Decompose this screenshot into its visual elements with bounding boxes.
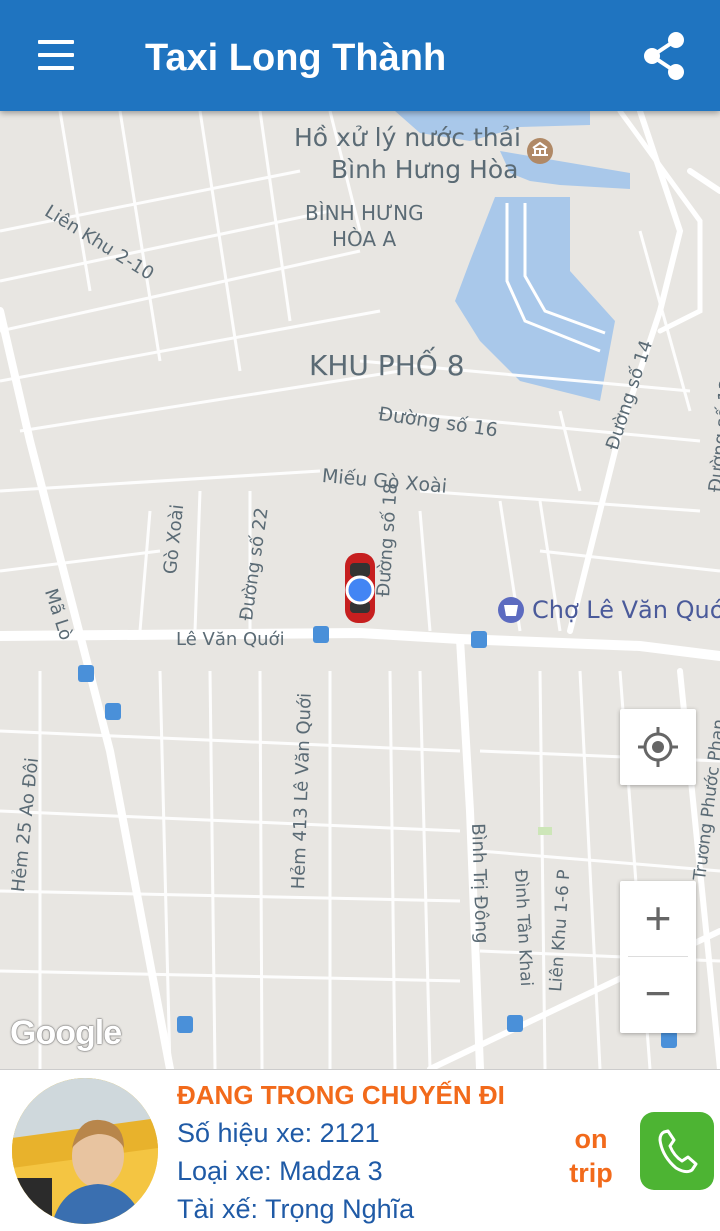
trip-status: ĐANG TRONG CHUYẾN ĐI	[177, 1080, 505, 1110]
google-attribution: Google	[10, 1014, 122, 1052]
street-label: Bình Trị Đông	[467, 823, 493, 944]
crosshair-location-icon	[638, 727, 678, 767]
car-number: Số hiệu xe: 2121	[177, 1118, 380, 1148]
area-label: KHU PHỐ 8	[309, 349, 465, 382]
car-type: Loại xe: Madza 3	[177, 1156, 383, 1186]
call-button[interactable]	[640, 1112, 714, 1190]
map-view[interactable]: Hồ xử lý nước thải Bình Hưng Hòa BÌNH HƯ…	[0, 111, 720, 1069]
app-title: Taxi Long Thành	[145, 37, 447, 79]
zoom-out-button[interactable]: −	[620, 957, 696, 1032]
driver-avatar	[12, 1078, 158, 1224]
poi-label: Hồ xử lý nước thải	[294, 123, 521, 152]
app-bar: Taxi Long Thành	[0, 0, 720, 111]
area-label: HÒA A	[332, 227, 397, 251]
trip-state-line2: trip	[569, 1158, 613, 1188]
area-label: BÌNH HƯNG	[305, 201, 424, 225]
current-location-dot	[345, 575, 375, 605]
zoom-in-button[interactable]: +	[620, 881, 696, 956]
poi-label: Bình Hưng Hòa	[331, 155, 519, 184]
trip-info-panel: ĐANG TRONG CHUYẾN ĐI Số hiệu xe: 2121 Lo…	[0, 1069, 720, 1231]
share-icon[interactable]	[636, 28, 692, 84]
street-label: Lê Văn Quới	[176, 629, 285, 650]
phone-icon	[658, 1129, 698, 1174]
trip-state: on trip	[560, 1122, 622, 1190]
my-location-button[interactable]	[620, 709, 696, 785]
hamburger-menu-icon[interactable]	[30, 36, 80, 76]
driver-name: Tài xế: Trọng Nghĩa	[177, 1194, 415, 1224]
zoom-controls: + −	[620, 881, 696, 1033]
trip-state-line1: on	[574, 1124, 608, 1154]
poi-label: Chợ Lê Văn Quới	[532, 596, 720, 624]
